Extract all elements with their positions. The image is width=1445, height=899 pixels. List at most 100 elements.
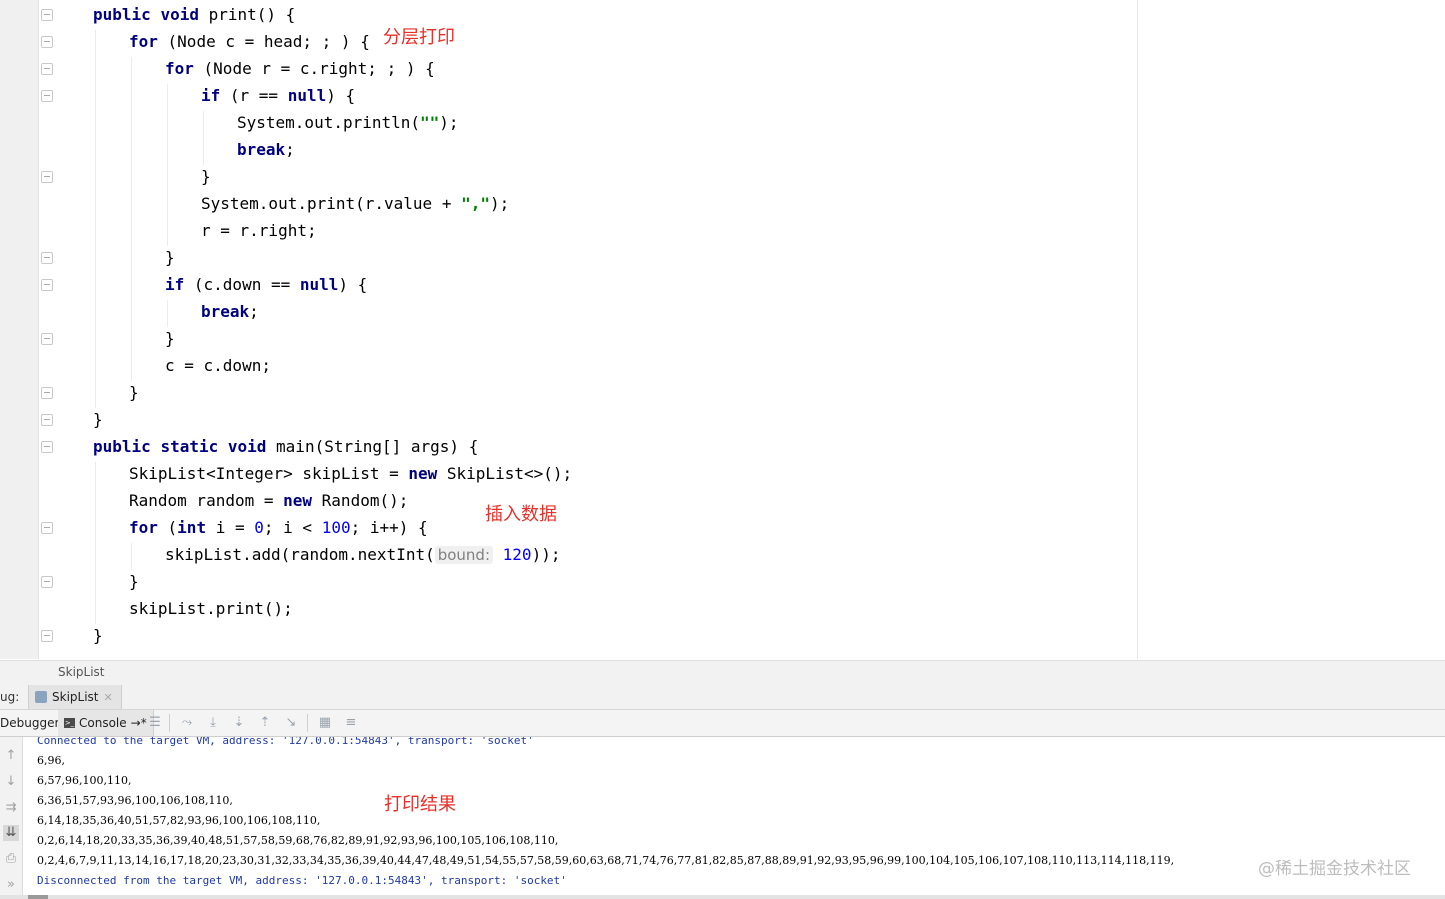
code-token: ; <box>285 140 295 159</box>
horizontal-scrollbar[interactable] <box>0 895 1445 899</box>
evaluate-expression-icon[interactable]: ▦ <box>317 715 333 731</box>
fold-marker-icon[interactable] <box>41 9 53 21</box>
restore-layout-icon[interactable]: →* <box>131 716 147 730</box>
code-line[interactable]: break; <box>201 300 259 324</box>
fold-marker-icon[interactable] <box>41 387 53 399</box>
step-into-icon[interactable]: ⇣ <box>231 715 247 731</box>
fold-marker-icon[interactable] <box>41 441 53 453</box>
code-token: new <box>408 464 438 483</box>
tab-skiplist-run[interactable]: SkipList ✕ <box>28 685 122 709</box>
code-line[interactable]: } <box>93 408 103 432</box>
annotation-layer-print: 分层打印 <box>383 27 455 48</box>
code-line[interactable]: for (int i = 0; i < 100; i++) { <box>129 516 428 540</box>
code-token: ; i < <box>263 518 322 537</box>
code-line[interactable]: } <box>165 246 175 270</box>
code-token: ; <box>249 302 259 321</box>
run-to-cursor-icon[interactable]: ↘ <box>283 715 299 731</box>
code-token: public <box>93 5 151 24</box>
code-line[interactable]: if (r == null) { <box>201 84 355 108</box>
fold-marker-icon[interactable] <box>41 279 53 291</box>
tab-debugger[interactable]: Debugger <box>0 710 64 736</box>
fold-marker-icon[interactable] <box>41 252 53 264</box>
print-icon[interactable]: ⎙ <box>3 851 19 867</box>
step-out-icon[interactable]: ⇡ <box>257 715 273 731</box>
down-arrow-icon[interactable]: ↓ <box>3 774 19 790</box>
code-line[interactable]: } <box>201 165 211 189</box>
code-line[interactable]: } <box>165 327 175 351</box>
code-line[interactable]: System.out.print(r.value + ","); <box>201 192 509 216</box>
code-token: )); <box>531 545 561 564</box>
code-token: ; i++) { <box>350 518 428 537</box>
menu-lines-icon[interactable]: ☰ <box>147 715 163 731</box>
soft-wrap-icon[interactable]: ⇉ <box>3 800 19 816</box>
code-line[interactable]: r = r.right; <box>201 219 317 243</box>
fold-marker-icon[interactable] <box>41 63 53 75</box>
code-line[interactable]: break; <box>237 138 295 162</box>
indent-guide <box>167 300 168 327</box>
code-line[interactable]: public static void main(String[] args) { <box>93 435 478 459</box>
fold-marker-icon[interactable] <box>41 90 53 102</box>
code-line[interactable]: if (c.down == null) { <box>165 273 367 297</box>
right-margin-line <box>1137 0 1138 659</box>
step-over-icon[interactable]: ⤓ <box>205 715 221 731</box>
gutter-divider <box>38 0 39 659</box>
trace-icon[interactable]: ≡ <box>343 715 359 731</box>
code-editor[interactable]: public void print() { for (Node c = head;… <box>0 0 1445 659</box>
annotation-print-result: 打印结果 <box>384 794 456 815</box>
code-line[interactable]: System.out.println(""); <box>237 111 459 135</box>
console-output[interactable]: ↑ ↓ ⇉ ⇊ ⎙ » Connected to the target VM, … <box>0 737 1445 895</box>
code-line[interactable]: for (Node c = head; ; ) { <box>129 30 370 54</box>
code-token: SkipList<>(); <box>437 464 573 483</box>
code-token: c = c.down; <box>165 356 271 375</box>
code-line[interactable]: } <box>129 570 139 594</box>
code-token: break <box>201 302 250 321</box>
fold-marker-icon[interactable] <box>41 333 53 345</box>
show-execution-point-icon[interactable]: ⤳ <box>179 715 195 731</box>
code-line[interactable]: SkipList<Integer> skipList = new SkipLis… <box>129 462 572 486</box>
code-token: 120 <box>502 545 532 564</box>
scroll-to-end-icon[interactable]: ⇊ <box>3 825 19 841</box>
code-token: null <box>299 275 339 294</box>
code-line[interactable]: Random random = new Random(); <box>129 489 408 513</box>
fold-marker-icon[interactable] <box>41 576 53 588</box>
code-line[interactable]: } <box>93 624 103 648</box>
editor-gutter <box>0 0 38 659</box>
code-token: System.out.println( <box>237 113 421 132</box>
code-token: for <box>165 59 194 78</box>
tab-console[interactable]: >_ Console →* <box>58 710 154 736</box>
up-arrow-icon[interactable]: ↑ <box>3 748 19 764</box>
code-line[interactable]: public void print() { <box>93 3 295 27</box>
code-line[interactable]: for (Node r = c.right; ; ) { <box>165 57 435 81</box>
code-line[interactable]: skipList.print(); <box>129 597 293 621</box>
code-line[interactable]: c = c.down; <box>165 354 271 378</box>
console-side-toolbar: ↑ ↓ ⇉ ⇊ ⎙ » <box>0 737 23 895</box>
indent-guide <box>95 30 96 408</box>
tab-console-label: Console <box>79 716 127 730</box>
close-icon[interactable]: ✕ <box>104 691 113 704</box>
parameter-hint: bound: <box>434 546 494 564</box>
code-line[interactable]: skipList.add(random.nextInt(bound: 120))… <box>165 543 560 567</box>
code-token: 0 <box>254 518 264 537</box>
more-icon[interactable]: » <box>3 877 19 893</box>
code-token: i = <box>206 518 255 537</box>
code-token: void <box>160 5 199 24</box>
code-token: if <box>201 86 221 105</box>
breadcrumb-class[interactable]: SkipList <box>58 665 105 679</box>
code-token: public <box>93 437 151 456</box>
indent-guide <box>203 111 204 165</box>
code-token: } <box>93 410 103 429</box>
code-token: int <box>177 518 207 537</box>
fold-marker-icon[interactable] <box>41 36 53 48</box>
annotation-insert-data: 插入数据 <box>485 504 557 525</box>
indent-guide <box>131 57 132 381</box>
fold-marker-icon[interactable] <box>41 414 53 426</box>
code-line[interactable]: } <box>129 381 139 405</box>
fold-marker-icon[interactable] <box>41 630 53 642</box>
code-token: break <box>237 140 286 159</box>
debug-label: ug: <box>0 690 20 704</box>
code-token: SkipList<Integer> skipList = <box>129 464 409 483</box>
fold-marker-icon[interactable] <box>41 522 53 534</box>
code-token: ( <box>157 518 178 537</box>
fold-marker-icon[interactable] <box>41 171 53 183</box>
